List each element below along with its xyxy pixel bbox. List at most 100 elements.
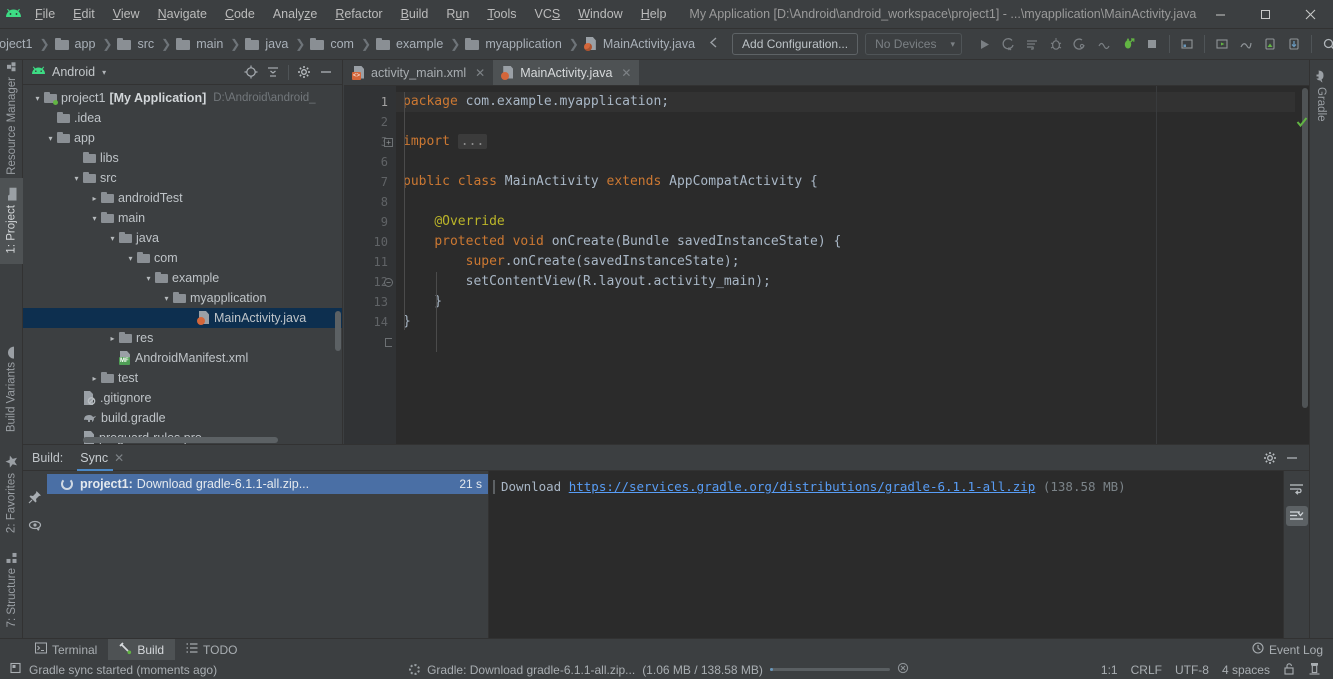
minimize-button[interactable]	[1198, 0, 1243, 29]
breadcrumb-item-main[interactable]: main	[176, 37, 225, 51]
collapse-fold-icon[interactable]: −	[384, 277, 393, 287]
cancel-task-icon[interactable]	[897, 662, 909, 677]
menu-edit[interactable]: Edit	[64, 0, 104, 29]
breadcrumb-item-app[interactable]: app	[54, 37, 98, 51]
fold-oncreate-end[interactable]	[383, 332, 394, 352]
tree-item-example[interactable]: ▾ example	[23, 268, 342, 288]
expand-arrow-icon[interactable]: ▾	[124, 254, 137, 263]
tree-item-build-gradle[interactable]: build.gradle	[23, 408, 342, 428]
sidebar-item-resource-manager[interactable]: Resource Manager	[0, 60, 23, 176]
menu-build[interactable]: Build	[392, 0, 438, 29]
build-log-area[interactable]: Download https://services.gradle.org/dis…	[489, 471, 1283, 644]
toggle-view-icon[interactable]	[28, 519, 42, 536]
tree-item-main[interactable]: ▾ main	[23, 208, 342, 228]
collapse-all-icon[interactable]	[262, 61, 284, 83]
tree-item-androidtest[interactable]: ▸ androidTest	[23, 188, 342, 208]
tree-item-src[interactable]: ▾ src	[23, 168, 342, 188]
inspection-ok-icon[interactable]	[1296, 116, 1308, 131]
tree-vertical-scrollbar[interactable]	[335, 311, 341, 351]
message-icon[interactable]	[10, 662, 22, 677]
expand-arrow-icon[interactable]: ▾	[142, 274, 155, 283]
apply-changes-icon[interactable]	[996, 31, 1020, 57]
expand-arrow-icon[interactable]: ▾	[88, 214, 101, 223]
tree-item-com[interactable]: ▾ com	[23, 248, 342, 268]
menu-refactor[interactable]: Refactor	[326, 0, 391, 29]
tree-item-app[interactable]: ▾ app	[23, 128, 342, 148]
breadcrumb-item-myapplication[interactable]: myapplication	[465, 37, 563, 51]
gear-icon[interactable]	[1259, 447, 1281, 469]
menu-code[interactable]: Code	[216, 0, 264, 29]
collapse-arrow-icon[interactable]: ▸	[88, 194, 101, 203]
apply-code-changes-icon[interactable]	[1020, 31, 1044, 57]
project-view-selector-label[interactable]: Android	[52, 65, 95, 79]
tree-horizontal-scrollbar[interactable]	[83, 437, 278, 443]
project-tree[interactable]: ▾ project1 [My Application] D:\Android\a…	[23, 85, 342, 444]
breadcrumb-item-example[interactable]: example	[376, 37, 445, 51]
event-log-button[interactable]: Event Log	[1252, 642, 1323, 657]
menu-tools[interactable]: Tools	[478, 0, 525, 29]
menu-analyze[interactable]: Analyze	[264, 0, 326, 29]
select-opened-file-icon[interactable]	[240, 61, 262, 83]
search-icon[interactable]	[1317, 31, 1333, 57]
indent-setting[interactable]: 4 spaces	[1222, 663, 1270, 677]
menu-view[interactable]: View	[104, 0, 149, 29]
breadcrumb-item-src[interactable]: src	[117, 37, 156, 51]
stop-button[interactable]	[1140, 31, 1164, 57]
close-icon[interactable]: ✕	[621, 66, 631, 80]
avd-manager-icon[interactable]	[1210, 31, 1234, 57]
close-icon[interactable]: ✕	[475, 66, 485, 80]
bottom-tab-terminal[interactable]: Terminal	[24, 639, 108, 661]
pin-tab-icon[interactable]	[28, 490, 42, 507]
sidebar-item-project[interactable]: 1: Project	[0, 178, 23, 264]
expand-arrow-icon[interactable]: ▾	[106, 234, 119, 243]
chevron-down-icon[interactable]: ▾	[102, 68, 106, 77]
tree-item-androidmanifest-xml[interactable]: MF AndroidManifest.xml	[23, 348, 342, 368]
lock-icon[interactable]	[1283, 662, 1295, 678]
git-branch-icon[interactable]	[1308, 662, 1321, 678]
gear-icon[interactable]	[293, 61, 315, 83]
line-separator[interactable]: CRLF	[1131, 663, 1162, 677]
breadcrumb-item-com[interactable]: com	[310, 37, 356, 51]
run-button[interactable]	[972, 31, 996, 57]
sidebar-item-structure[interactable]: 7: Structure	[0, 545, 23, 635]
sync-gradle-icon[interactable]	[1116, 31, 1140, 57]
caret-position[interactable]: 1:1	[1101, 663, 1118, 677]
tree-item-project1[interactable]: ▾ project1 [My Application] D:\Android\a…	[23, 88, 342, 108]
file-encoding[interactable]: UTF-8	[1175, 663, 1209, 677]
editor-gutter[interactable]: 1 2 3 6 7 8 9 10 11 12 13 14 + −	[344, 86, 396, 444]
sidebar-item-build-variants[interactable]: Build Variants	[0, 338, 23, 443]
device-selector[interactable]: No Devices ▾	[865, 33, 962, 55]
editor-tab-activity-main-xml[interactable]: <> activity_main.xml ✕	[344, 60, 493, 85]
expand-arrow-icon[interactable]: ▾	[31, 94, 44, 103]
expand-arrow-icon[interactable]: ▾	[44, 134, 57, 143]
close-button[interactable]	[1288, 0, 1333, 29]
tree-item-res[interactable]: ▸ res	[23, 328, 342, 348]
menu-run[interactable]: Run	[437, 0, 478, 29]
hide-panel-icon[interactable]	[315, 61, 337, 83]
breadcrumb-item-java[interactable]: java	[245, 37, 290, 51]
debug-button[interactable]	[1044, 31, 1068, 57]
menu-vcs[interactable]: VCS	[526, 0, 570, 29]
tree-item-mainactivity-java[interactable]: MainActivity.java	[23, 308, 342, 328]
background-task-area[interactable]: Gradle: Download gradle-6.1.1-all.zip...…	[409, 662, 909, 677]
editor-tab-mainactivity-java[interactable]: MainActivity.java ✕	[493, 60, 640, 85]
editor-analysis-gutter[interactable]	[1295, 86, 1309, 444]
close-icon[interactable]: ✕	[114, 451, 124, 465]
menu-navigate[interactable]: Navigate	[149, 0, 216, 29]
tree-item-idea[interactable]: .idea	[23, 108, 342, 128]
tree-item-myapplication[interactable]: ▾ myapplication	[23, 288, 342, 308]
menu-help[interactable]: Help	[632, 0, 676, 29]
editor-vertical-scrollbar[interactable]	[1302, 88, 1308, 408]
maximize-button[interactable]	[1243, 0, 1288, 29]
device-manager-icon[interactable]	[1282, 31, 1306, 57]
build-task-row[interactable]: project1: Download gradle-6.1.1-all.zip.…	[47, 474, 488, 494]
bottom-tab-build[interactable]: Build	[108, 638, 176, 661]
tree-item-test[interactable]: ▸ test	[23, 368, 342, 388]
profile-icon[interactable]	[1092, 31, 1116, 57]
attach-debugger-icon[interactable]	[1068, 31, 1092, 57]
menu-file[interactable]: File	[26, 0, 64, 29]
bottom-tab-todo[interactable]: TODO	[175, 639, 248, 661]
expand-arrow-icon[interactable]: ▾	[160, 294, 173, 303]
fold-oncreate-toggle[interactable]: −	[383, 272, 394, 292]
expand-arrow-icon[interactable]: ▾	[70, 174, 83, 183]
